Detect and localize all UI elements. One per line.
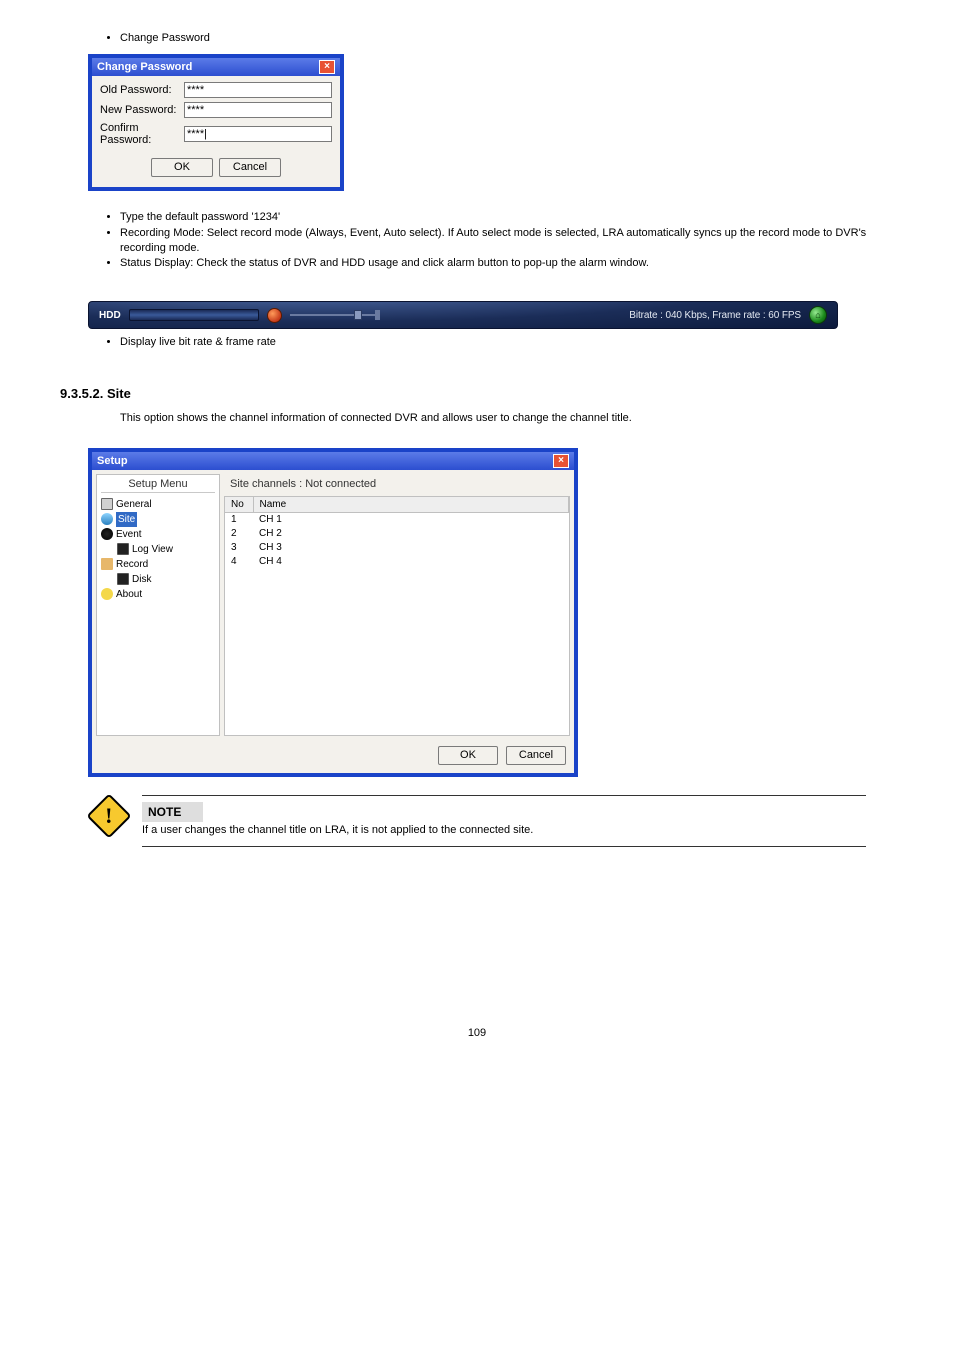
dialog-title: Change Password <box>97 61 192 73</box>
about-icon <box>101 588 113 600</box>
cell-no: 3 <box>225 541 253 555</box>
site-icon <box>101 513 113 525</box>
cell-name: CH 1 <box>253 513 569 528</box>
note-text: If a user changes the channel title on L… <box>142 824 866 836</box>
old-password-label: Old Password: <box>100 84 184 96</box>
status-bar: HDD Bitrate : 040 Kbps, Frame rate : 60 … <box>88 301 838 329</box>
section-heading-site: 9.3.5.2. Site <box>60 386 894 401</box>
ok-button[interactable]: OK <box>151 158 213 177</box>
tree-item-event[interactable]: Event <box>101 527 215 542</box>
tree-item-about[interactable]: About <box>101 587 215 602</box>
bullet-live-bitrate: Display live bit rate & frame rate <box>120 335 894 350</box>
alarm-indicator-icon[interactable]: ⌂ <box>809 306 827 324</box>
site-paragraph: This option shows the channel informatio… <box>120 411 894 426</box>
table-row[interactable]: 2CH 2 <box>225 527 569 541</box>
tree-item-disk[interactable]: Disk <box>101 572 215 587</box>
cancel-button[interactable]: Cancel <box>506 746 566 765</box>
slider-thumb[interactable] <box>354 310 362 320</box>
old-password-input[interactable] <box>184 82 332 98</box>
bullet-default-password: Type the default password '1234' <box>120 210 894 225</box>
col-header-no: No <box>231 499 244 510</box>
hdd-label: HDD <box>99 310 121 321</box>
close-icon[interactable]: × <box>319 60 335 74</box>
cell-name: CH 3 <box>253 541 569 555</box>
tree-header: Setup Menu <box>101 478 215 493</box>
change-password-dialog: Change Password × Old Password: New Pass… <box>88 54 344 191</box>
site-channels-caption: Site channels : Not connected <box>224 474 570 496</box>
general-icon <box>101 498 113 510</box>
dialog-titlebar: Change Password × <box>92 58 340 76</box>
warning-icon: ! <box>88 795 130 837</box>
setup-dialog: Setup × Setup Menu General Site Event Lo… <box>88 448 578 777</box>
ok-button[interactable]: OK <box>438 746 498 765</box>
record-dot-icon[interactable] <box>267 308 282 323</box>
cell-name: CH 2 <box>253 527 569 541</box>
tree-item-general[interactable]: General <box>101 497 215 512</box>
disk-icon <box>117 573 129 585</box>
slider[interactable] <box>290 309 380 321</box>
new-password-input[interactable] <box>184 102 332 118</box>
table-row[interactable]: 1CH 1 <box>225 513 569 528</box>
cell-no: 1 <box>225 513 253 528</box>
col-header-name-cell[interactable]: Name <box>253 497 569 513</box>
note-label: NOTE <box>142 802 203 822</box>
cell-no: 2 <box>225 527 253 541</box>
new-password-label: New Password: <box>100 104 184 116</box>
tree-item-log-view[interactable]: Log View <box>101 542 215 557</box>
page-number: 109 <box>60 1027 894 1039</box>
cell-no: 4 <box>225 555 253 569</box>
confirm-password-input[interactable] <box>184 126 332 142</box>
tree-item-record[interactable]: Record <box>101 557 215 572</box>
event-icon <box>101 528 113 540</box>
note-block: ! NOTE If a user changes the channel tit… <box>88 795 866 847</box>
cancel-button[interactable]: Cancel <box>219 158 281 177</box>
bullet-change-password: Change Password <box>120 31 894 46</box>
log-view-icon <box>117 543 129 555</box>
hdd-usage-bar <box>129 309 259 321</box>
bullet-recording-mode: Recording Mode: Select record mode (Alwa… <box>120 226 894 256</box>
cell-name: CH 4 <box>253 555 569 569</box>
table-row[interactable]: 4CH 4 <box>225 555 569 569</box>
col-header-no-cell[interactable]: No <box>225 497 253 513</box>
record-icon <box>101 558 113 570</box>
bullet-status-display: Status Display: Check the status of DVR … <box>120 256 894 271</box>
setup-titlebar: Setup × <box>92 452 574 470</box>
setup-title: Setup <box>97 455 128 467</box>
tree-item-site[interactable]: Site <box>101 512 215 527</box>
close-icon[interactable]: × <box>553 454 569 468</box>
confirm-password-label: Confirm Password: <box>100 122 184 146</box>
table-row[interactable]: 3CH 3 <box>225 541 569 555</box>
site-channels-list: No Name 1CH 12CH 23CH 34CH 4 <box>224 496 570 736</box>
col-header-name: Name <box>260 499 287 510</box>
status-text: Bitrate : 040 Kbps, Frame rate : 60 FPS <box>629 310 801 321</box>
setup-menu-tree: Setup Menu General Site Event Log View R… <box>96 474 220 736</box>
